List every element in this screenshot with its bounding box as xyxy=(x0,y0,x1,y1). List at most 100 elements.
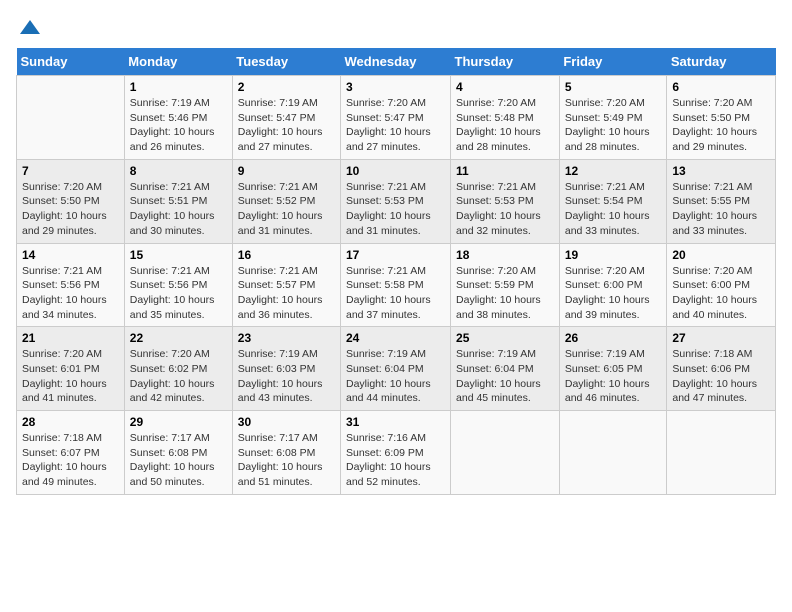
day-number: 28 xyxy=(22,415,119,429)
day-cell: 24 Sunrise: 7:19 AM Sunset: 6:04 PM Dayli… xyxy=(341,327,451,411)
day-number: 24 xyxy=(346,331,445,345)
day-number: 31 xyxy=(346,415,445,429)
day-number: 26 xyxy=(565,331,662,345)
day-cell: 19 Sunrise: 7:20 AM Sunset: 6:00 PM Dayli… xyxy=(559,243,667,327)
day-info: Sunrise: 7:20 AM Sunset: 6:00 PM Dayligh… xyxy=(565,264,662,323)
day-info: Sunrise: 7:21 AM Sunset: 5:56 PM Dayligh… xyxy=(130,264,227,323)
day-cell: 23 Sunrise: 7:19 AM Sunset: 6:03 PM Dayli… xyxy=(232,327,340,411)
day-info: Sunrise: 7:20 AM Sunset: 6:00 PM Dayligh… xyxy=(672,264,770,323)
day-number: 16 xyxy=(238,248,335,262)
day-cell: 14 Sunrise: 7:21 AM Sunset: 5:56 PM Dayli… xyxy=(17,243,125,327)
day-info: Sunrise: 7:20 AM Sunset: 6:01 PM Dayligh… xyxy=(22,347,119,406)
day-number: 23 xyxy=(238,331,335,345)
day-cell: 6 Sunrise: 7:20 AM Sunset: 5:50 PM Daylig… xyxy=(667,76,776,160)
day-number: 4 xyxy=(456,80,554,94)
day-info: Sunrise: 7:20 AM Sunset: 5:47 PM Dayligh… xyxy=(346,96,445,155)
header-cell-wednesday: Wednesday xyxy=(341,48,451,76)
day-cell: 9 Sunrise: 7:21 AM Sunset: 5:52 PM Daylig… xyxy=(232,159,340,243)
day-info: Sunrise: 7:19 AM Sunset: 6:04 PM Dayligh… xyxy=(456,347,554,406)
day-cell: 17 Sunrise: 7:21 AM Sunset: 5:58 PM Dayli… xyxy=(341,243,451,327)
day-info: Sunrise: 7:21 AM Sunset: 5:57 PM Dayligh… xyxy=(238,264,335,323)
day-cell: 28Sunrise: 7:18 AM Sunset: 6:07 PM Dayli… xyxy=(17,411,125,495)
day-number: 14 xyxy=(22,248,119,262)
day-cell: 21 Sunrise: 7:20 AM Sunset: 6:01 PM Dayli… xyxy=(17,327,125,411)
logo xyxy=(16,16,42,40)
day-cell: 2Sunrise: 7:19 AM Sunset: 5:47 PM Daylig… xyxy=(232,76,340,160)
day-number: 19 xyxy=(565,248,662,262)
day-number: 2 xyxy=(238,80,335,94)
day-cell xyxy=(17,76,125,160)
day-number: 27 xyxy=(672,331,770,345)
day-number: 10 xyxy=(346,164,445,178)
day-cell: 30 Sunrise: 7:17 AM Sunset: 6:08 PM Dayli… xyxy=(232,411,340,495)
day-number: 29 xyxy=(130,415,227,429)
day-cell: 8Sunrise: 7:21 AM Sunset: 5:51 PM Daylig… xyxy=(124,159,232,243)
day-cell: 29 Sunrise: 7:17 AM Sunset: 6:08 PM Dayli… xyxy=(124,411,232,495)
day-number: 18 xyxy=(456,248,554,262)
calendar-table: SundayMondayTuesdayWednesdayThursdayFrid… xyxy=(16,48,776,495)
day-number: 20 xyxy=(672,248,770,262)
day-number: 7 xyxy=(22,164,119,178)
day-number: 30 xyxy=(238,415,335,429)
day-cell: 3 Sunrise: 7:20 AM Sunset: 5:47 PM Daylig… xyxy=(341,76,451,160)
week-row-3: 14 Sunrise: 7:21 AM Sunset: 5:56 PM Dayli… xyxy=(17,243,776,327)
day-cell: 26 Sunrise: 7:19 AM Sunset: 6:05 PM Dayli… xyxy=(559,327,667,411)
day-cell: 10Sunrise: 7:21 AM Sunset: 5:53 PM Dayli… xyxy=(341,159,451,243)
logo-icon xyxy=(18,16,42,40)
day-info: Sunrise: 7:20 AM Sunset: 5:59 PM Dayligh… xyxy=(456,264,554,323)
day-number: 21 xyxy=(22,331,119,345)
day-info: Sunrise: 7:19 AM Sunset: 6:05 PM Dayligh… xyxy=(565,347,662,406)
day-number: 17 xyxy=(346,248,445,262)
day-info: Sunrise: 7:18 AM Sunset: 6:06 PM Dayligh… xyxy=(672,347,770,406)
day-number: 12 xyxy=(565,164,662,178)
day-cell: 7 Sunrise: 7:20 AM Sunset: 5:50 PM Daylig… xyxy=(17,159,125,243)
day-info: Sunrise: 7:19 AM Sunset: 6:03 PM Dayligh… xyxy=(238,347,335,406)
page-header xyxy=(16,16,776,40)
day-info: Sunrise: 7:21 AM Sunset: 5:53 PM Dayligh… xyxy=(456,180,554,239)
day-cell xyxy=(667,411,776,495)
day-info: Sunrise: 7:21 AM Sunset: 5:51 PM Dayligh… xyxy=(130,180,227,239)
day-cell: 22Sunrise: 7:20 AM Sunset: 6:02 PM Dayli… xyxy=(124,327,232,411)
header-cell-monday: Monday xyxy=(124,48,232,76)
day-cell: 11 Sunrise: 7:21 AM Sunset: 5:53 PM Dayli… xyxy=(451,159,560,243)
day-number: 9 xyxy=(238,164,335,178)
day-cell xyxy=(451,411,560,495)
day-cell xyxy=(559,411,667,495)
day-number: 11 xyxy=(456,164,554,178)
day-info: Sunrise: 7:21 AM Sunset: 5:58 PM Dayligh… xyxy=(346,264,445,323)
day-number: 13 xyxy=(672,164,770,178)
day-info: Sunrise: 7:16 AM Sunset: 6:09 PM Dayligh… xyxy=(346,431,445,490)
day-number: 6 xyxy=(672,80,770,94)
day-cell: 4Sunrise: 7:20 AM Sunset: 5:48 PM Daylig… xyxy=(451,76,560,160)
day-cell: 18 Sunrise: 7:20 AM Sunset: 5:59 PM Dayli… xyxy=(451,243,560,327)
day-cell: 15 Sunrise: 7:21 AM Sunset: 5:56 PM Dayli… xyxy=(124,243,232,327)
day-cell: 12 Sunrise: 7:21 AM Sunset: 5:54 PM Dayli… xyxy=(559,159,667,243)
day-info: Sunrise: 7:17 AM Sunset: 6:08 PM Dayligh… xyxy=(130,431,227,490)
day-number: 1 xyxy=(130,80,227,94)
week-row-2: 7 Sunrise: 7:20 AM Sunset: 5:50 PM Daylig… xyxy=(17,159,776,243)
header-cell-sunday: Sunday xyxy=(17,48,125,76)
day-info: Sunrise: 7:21 AM Sunset: 5:54 PM Dayligh… xyxy=(565,180,662,239)
day-number: 5 xyxy=(565,80,662,94)
header-cell-tuesday: Tuesday xyxy=(232,48,340,76)
week-row-5: 28Sunrise: 7:18 AM Sunset: 6:07 PM Dayli… xyxy=(17,411,776,495)
header-cell-thursday: Thursday xyxy=(451,48,560,76)
day-cell: 20 Sunrise: 7:20 AM Sunset: 6:00 PM Dayli… xyxy=(667,243,776,327)
day-info: Sunrise: 7:21 AM Sunset: 5:56 PM Dayligh… xyxy=(22,264,119,323)
day-number: 25 xyxy=(456,331,554,345)
day-number: 15 xyxy=(130,248,227,262)
header-cell-saturday: Saturday xyxy=(667,48,776,76)
day-info: Sunrise: 7:17 AM Sunset: 6:08 PM Dayligh… xyxy=(238,431,335,490)
day-cell: 25 Sunrise: 7:19 AM Sunset: 6:04 PM Dayli… xyxy=(451,327,560,411)
day-info: Sunrise: 7:21 AM Sunset: 5:52 PM Dayligh… xyxy=(238,180,335,239)
day-info: Sunrise: 7:19 AM Sunset: 6:04 PM Dayligh… xyxy=(346,347,445,406)
week-row-1: 1 Sunrise: 7:19 AM Sunset: 5:46 PM Daylig… xyxy=(17,76,776,160)
day-info: Sunrise: 7:19 AM Sunset: 5:46 PM Dayligh… xyxy=(130,96,227,155)
day-info: Sunrise: 7:20 AM Sunset: 5:50 PM Dayligh… xyxy=(22,180,119,239)
day-number: 3 xyxy=(346,80,445,94)
day-info: Sunrise: 7:20 AM Sunset: 6:02 PM Dayligh… xyxy=(130,347,227,406)
day-cell: 16 Sunrise: 7:21 AM Sunset: 5:57 PM Dayli… xyxy=(232,243,340,327)
header-cell-friday: Friday xyxy=(559,48,667,76)
day-info: Sunrise: 7:20 AM Sunset: 5:50 PM Dayligh… xyxy=(672,96,770,155)
week-row-4: 21 Sunrise: 7:20 AM Sunset: 6:01 PM Dayli… xyxy=(17,327,776,411)
